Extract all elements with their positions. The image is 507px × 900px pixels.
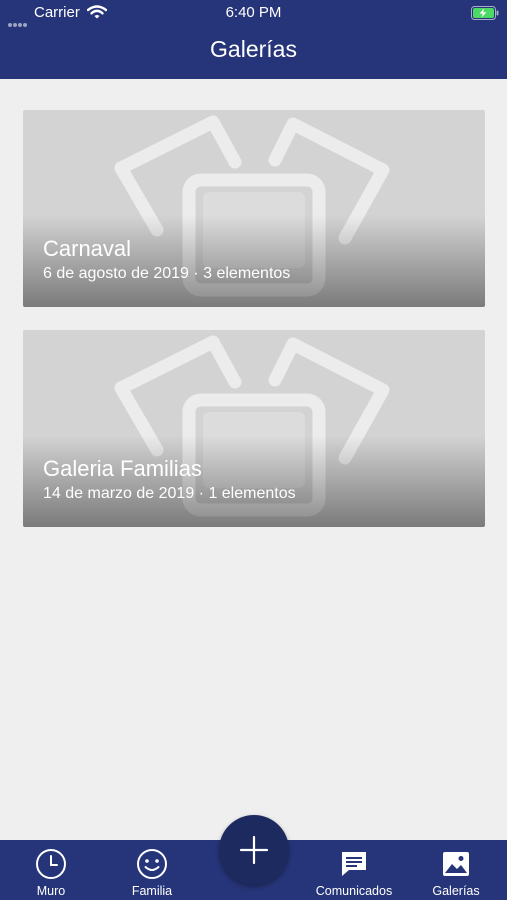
status-bar: Carrier 6:40 PM <box>0 0 507 27</box>
status-time: 6:40 PM <box>225 4 282 21</box>
gallery-name: Galeria Familias <box>43 456 202 481</box>
tab-label: Muro <box>36 884 66 898</box>
tab-label: Familia <box>131 884 173 898</box>
tab-familia[interactable]: Familia <box>112 840 192 900</box>
battery-charging-icon <box>471 6 499 24</box>
app-header: Carrier 6:40 PM Galerías <box>0 0 507 79</box>
tab-galerias[interactable]: Galerías <box>424 840 488 900</box>
tab-comunicados[interactable]: Comunicados <box>308 840 400 900</box>
clock-icon <box>35 848 67 885</box>
chat-bubble-icon <box>340 850 368 883</box>
page-title: Galerías <box>210 36 297 62</box>
gallery-name: Carnaval <box>43 236 132 261</box>
gallery-card[interactable]: Carnaval 6 de agosto de 2019 · 3 element… <box>23 110 485 307</box>
gallery-meta: 6 de agosto de 2019 · 3 elementos <box>43 265 291 282</box>
add-button[interactable] <box>219 815 289 885</box>
tab-muro[interactable]: Muro <box>14 840 88 900</box>
smiley-icon <box>136 848 168 885</box>
gallery-meta: 14 de marzo de 2019 · 1 elementos <box>43 485 296 502</box>
plus-icon <box>239 835 269 865</box>
gallery-card[interactable]: Galeria Familias 14 de marzo de 2019 · 1… <box>23 330 485 527</box>
image-icon <box>442 851 470 882</box>
tab-label: Galerías <box>432 884 480 898</box>
tab-label: Comunicados <box>315 884 393 898</box>
